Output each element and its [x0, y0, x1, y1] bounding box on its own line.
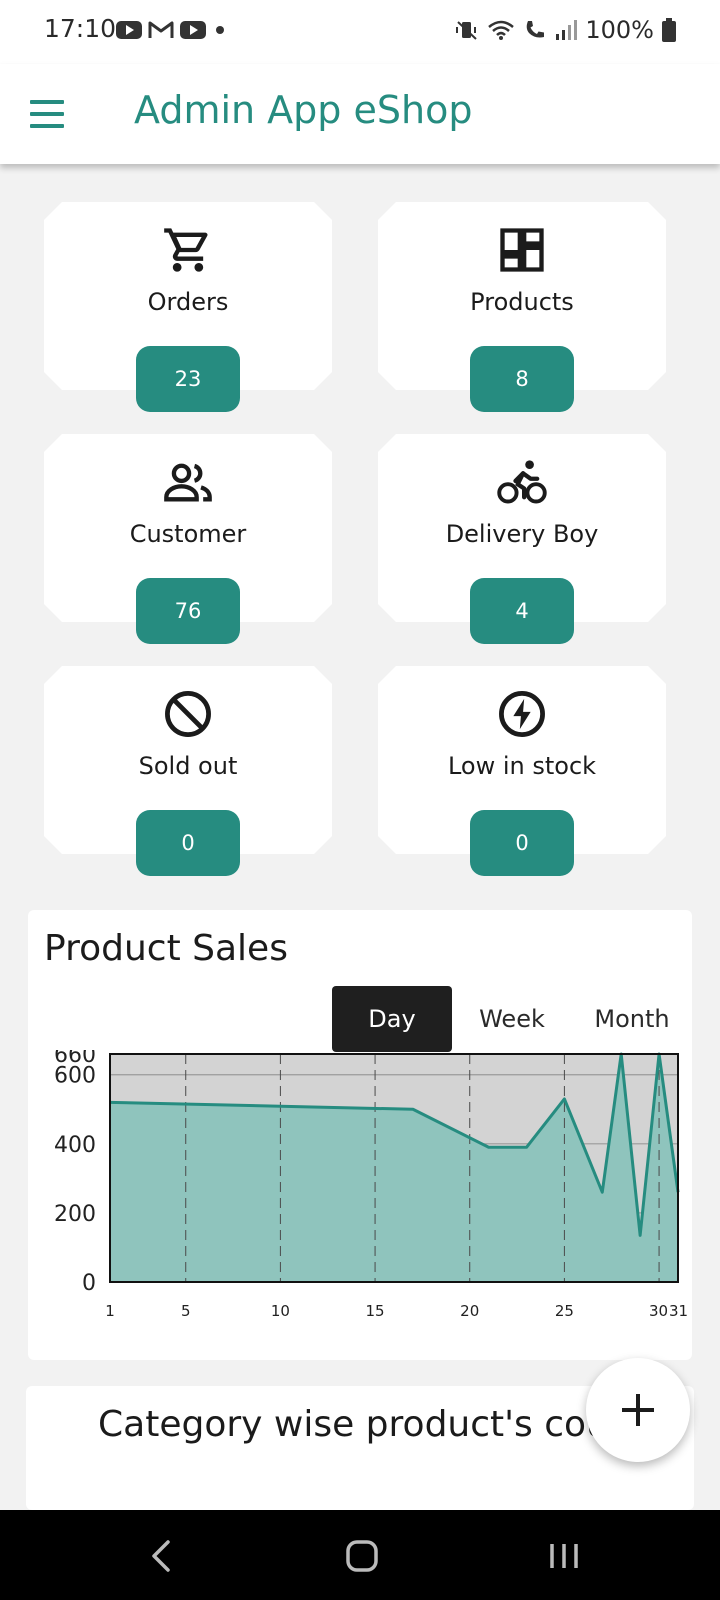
card-label: Products: [470, 288, 574, 316]
range-tabs: Day Week Month: [332, 986, 692, 1052]
products-count-badge[interactable]: 8: [470, 346, 574, 412]
orders-count-badge[interactable]: 23: [136, 346, 240, 412]
y-tick-label: 200: [54, 1202, 96, 1227]
delivery-boy-count-badge[interactable]: 4: [470, 578, 574, 644]
y-tick-label: 400: [54, 1133, 96, 1158]
x-tick-label: 25: [555, 1302, 574, 1320]
menu-button[interactable]: [30, 90, 78, 138]
dashboard-grid-icon: [496, 224, 548, 276]
low-in-stock-count-badge[interactable]: 0: [470, 810, 574, 876]
y-tick-label: 660: [54, 1050, 96, 1068]
x-tick-label: 15: [366, 1302, 385, 1320]
plus-icon: [622, 1394, 654, 1426]
bolt-icon: [496, 688, 548, 740]
youtube-icon: [116, 21, 142, 39]
status-time: 17:10: [44, 14, 117, 43]
app-title: Admin App eShop: [134, 88, 473, 132]
sold-out-count-badge[interactable]: 0: [136, 810, 240, 876]
card-label: Low in stock: [447, 752, 597, 780]
tab-day[interactable]: Day: [332, 986, 452, 1052]
battery-percent: 100%: [585, 16, 654, 44]
bike-icon: [496, 456, 548, 508]
youtube-icon: [180, 21, 206, 39]
tab-month[interactable]: Month: [572, 986, 692, 1052]
x-tick-label: 10: [271, 1302, 290, 1320]
add-button[interactable]: [586, 1358, 690, 1462]
notification-dot: [216, 26, 224, 34]
people-icon: [162, 456, 214, 508]
signal-icon: [556, 20, 578, 40]
gmail-icon: [148, 21, 174, 38]
x-tick-label: 30: [649, 1302, 668, 1320]
menu-icon: [30, 100, 64, 104]
sales-chart: 02004006006601 5 10 15 20 25 30 31: [54, 1050, 688, 1320]
home-icon[interactable]: [338, 1532, 386, 1580]
vibrate-mute-icon: [456, 21, 478, 40]
notification-icons: [116, 20, 206, 40]
card-label: Sold out: [138, 752, 238, 780]
chart-title: Product Sales: [44, 928, 288, 969]
wifi-icon: [488, 20, 515, 40]
block-icon: [162, 688, 214, 740]
x-tick-label: 20: [460, 1302, 479, 1320]
x-tick-label: 5: [181, 1302, 191, 1320]
recents-icon[interactable]: [540, 1532, 588, 1580]
back-icon[interactable]: [138, 1532, 186, 1580]
cart-icon: [162, 224, 214, 276]
product-sales-panel: Product Sales Day Week Month 0 200 400 600 6…: [28, 910, 692, 1360]
status-bar: 17:10 100%: [0, 0, 720, 64]
battery-icon: [662, 18, 676, 42]
y-tick-label: 0: [82, 1271, 96, 1296]
customer-count-badge[interactable]: 76: [136, 578, 240, 644]
tab-week[interactable]: Week: [452, 986, 572, 1052]
card-label: Orders: [147, 288, 229, 316]
card-label: Customer: [129, 520, 247, 548]
x-tick-label: 1: [105, 1302, 115, 1320]
system-icons: 100%: [455, 16, 676, 44]
x-tick-label: 31: [669, 1302, 688, 1320]
wifi-call-icon: [527, 21, 545, 38]
card-label: Delivery Boy: [445, 520, 599, 548]
category-title: Category wise product's count: [98, 1404, 646, 1445]
app-bar: Admin App eShop: [0, 64, 720, 164]
system-nav-bar: [0, 1510, 720, 1600]
